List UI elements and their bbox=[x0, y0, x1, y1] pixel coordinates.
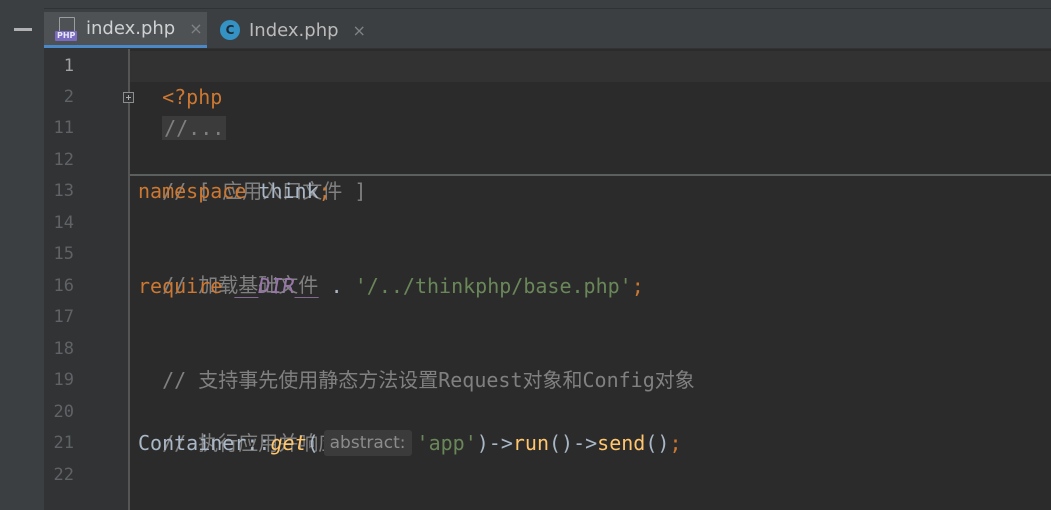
line-number: 21 bbox=[53, 433, 74, 453]
close-icon[interactable]: × bbox=[189, 19, 202, 38]
class-name: Container bbox=[138, 431, 247, 455]
method-send: send bbox=[597, 431, 646, 455]
line-number: 22 bbox=[53, 465, 74, 485]
line-number: 17 bbox=[53, 307, 74, 327]
line-number: 1 bbox=[63, 56, 74, 76]
tab-index-php[interactable]: PHP index.php × bbox=[44, 12, 207, 48]
code-line-13[interactable]: namespace think; bbox=[138, 176, 331, 207]
tool-window-strip bbox=[0, 0, 45, 510]
code-line-2[interactable]: //... bbox=[138, 82, 227, 144]
tab-bar-divider bbox=[44, 8, 1051, 9]
static-method: get bbox=[270, 431, 307, 455]
arrow-operator: )-> bbox=[476, 431, 513, 455]
line-number: 11 bbox=[53, 118, 74, 138]
line-number: 19 bbox=[53, 370, 74, 390]
current-line-highlight bbox=[130, 51, 1051, 82]
php-file-icon: PHP bbox=[55, 16, 78, 41]
gutter-separator bbox=[128, 49, 130, 510]
keyword-namespace: namespace bbox=[138, 179, 247, 203]
tab-label: Index.php bbox=[249, 19, 339, 41]
namespace-name: think bbox=[246, 179, 319, 203]
code-line-21[interactable]: Container::get(abstract:'app')->run()->s… bbox=[138, 428, 681, 459]
arrow-operator: ()-> bbox=[549, 431, 598, 455]
method-run: run bbox=[512, 431, 549, 455]
code-line-16[interactable]: require __DIR__ . '/../thinkphp/base.php… bbox=[138, 271, 644, 302]
tab-label: index.php bbox=[86, 18, 176, 39]
string-literal: 'app' bbox=[416, 431, 477, 455]
line-number: 12 bbox=[53, 150, 74, 170]
parens: () bbox=[645, 431, 670, 455]
semicolon: ; bbox=[318, 179, 331, 203]
line-number: 14 bbox=[53, 213, 74, 233]
string-literal: '/../thinkphp/base.php' bbox=[354, 274, 632, 298]
close-icon[interactable]: × bbox=[353, 21, 366, 40]
line-number: 13 bbox=[53, 181, 74, 201]
line-number: 20 bbox=[53, 402, 74, 422]
keyword-require: require bbox=[138, 274, 223, 298]
parameter-hint: abstract: bbox=[323, 430, 412, 456]
semicolon: ; bbox=[669, 431, 682, 455]
comment: // 支持事先使用静态方法设置Request对象和Config对象 bbox=[162, 368, 695, 392]
line-number: 18 bbox=[53, 339, 74, 359]
line-number: 2 bbox=[63, 87, 74, 107]
concat-operator: . bbox=[318, 274, 355, 298]
fold-expand-icon[interactable] bbox=[123, 92, 134, 103]
line-number: 15 bbox=[53, 244, 74, 264]
paren-open: ( bbox=[306, 431, 319, 455]
scope-operator: :: bbox=[246, 431, 271, 455]
php-class-icon: C bbox=[220, 20, 240, 40]
tab-index-php-class[interactable]: C Index.php × bbox=[207, 12, 367, 48]
minimize-icon[interactable] bbox=[14, 28, 32, 31]
semicolon: ; bbox=[631, 274, 644, 298]
code-line-18[interactable]: // 支持事先使用静态方法设置Request对象和Config对象 bbox=[138, 334, 695, 396]
folded-region[interactable]: //... bbox=[162, 116, 227, 140]
magic-constant: __DIR__ bbox=[234, 274, 319, 298]
line-number: 16 bbox=[53, 276, 74, 296]
